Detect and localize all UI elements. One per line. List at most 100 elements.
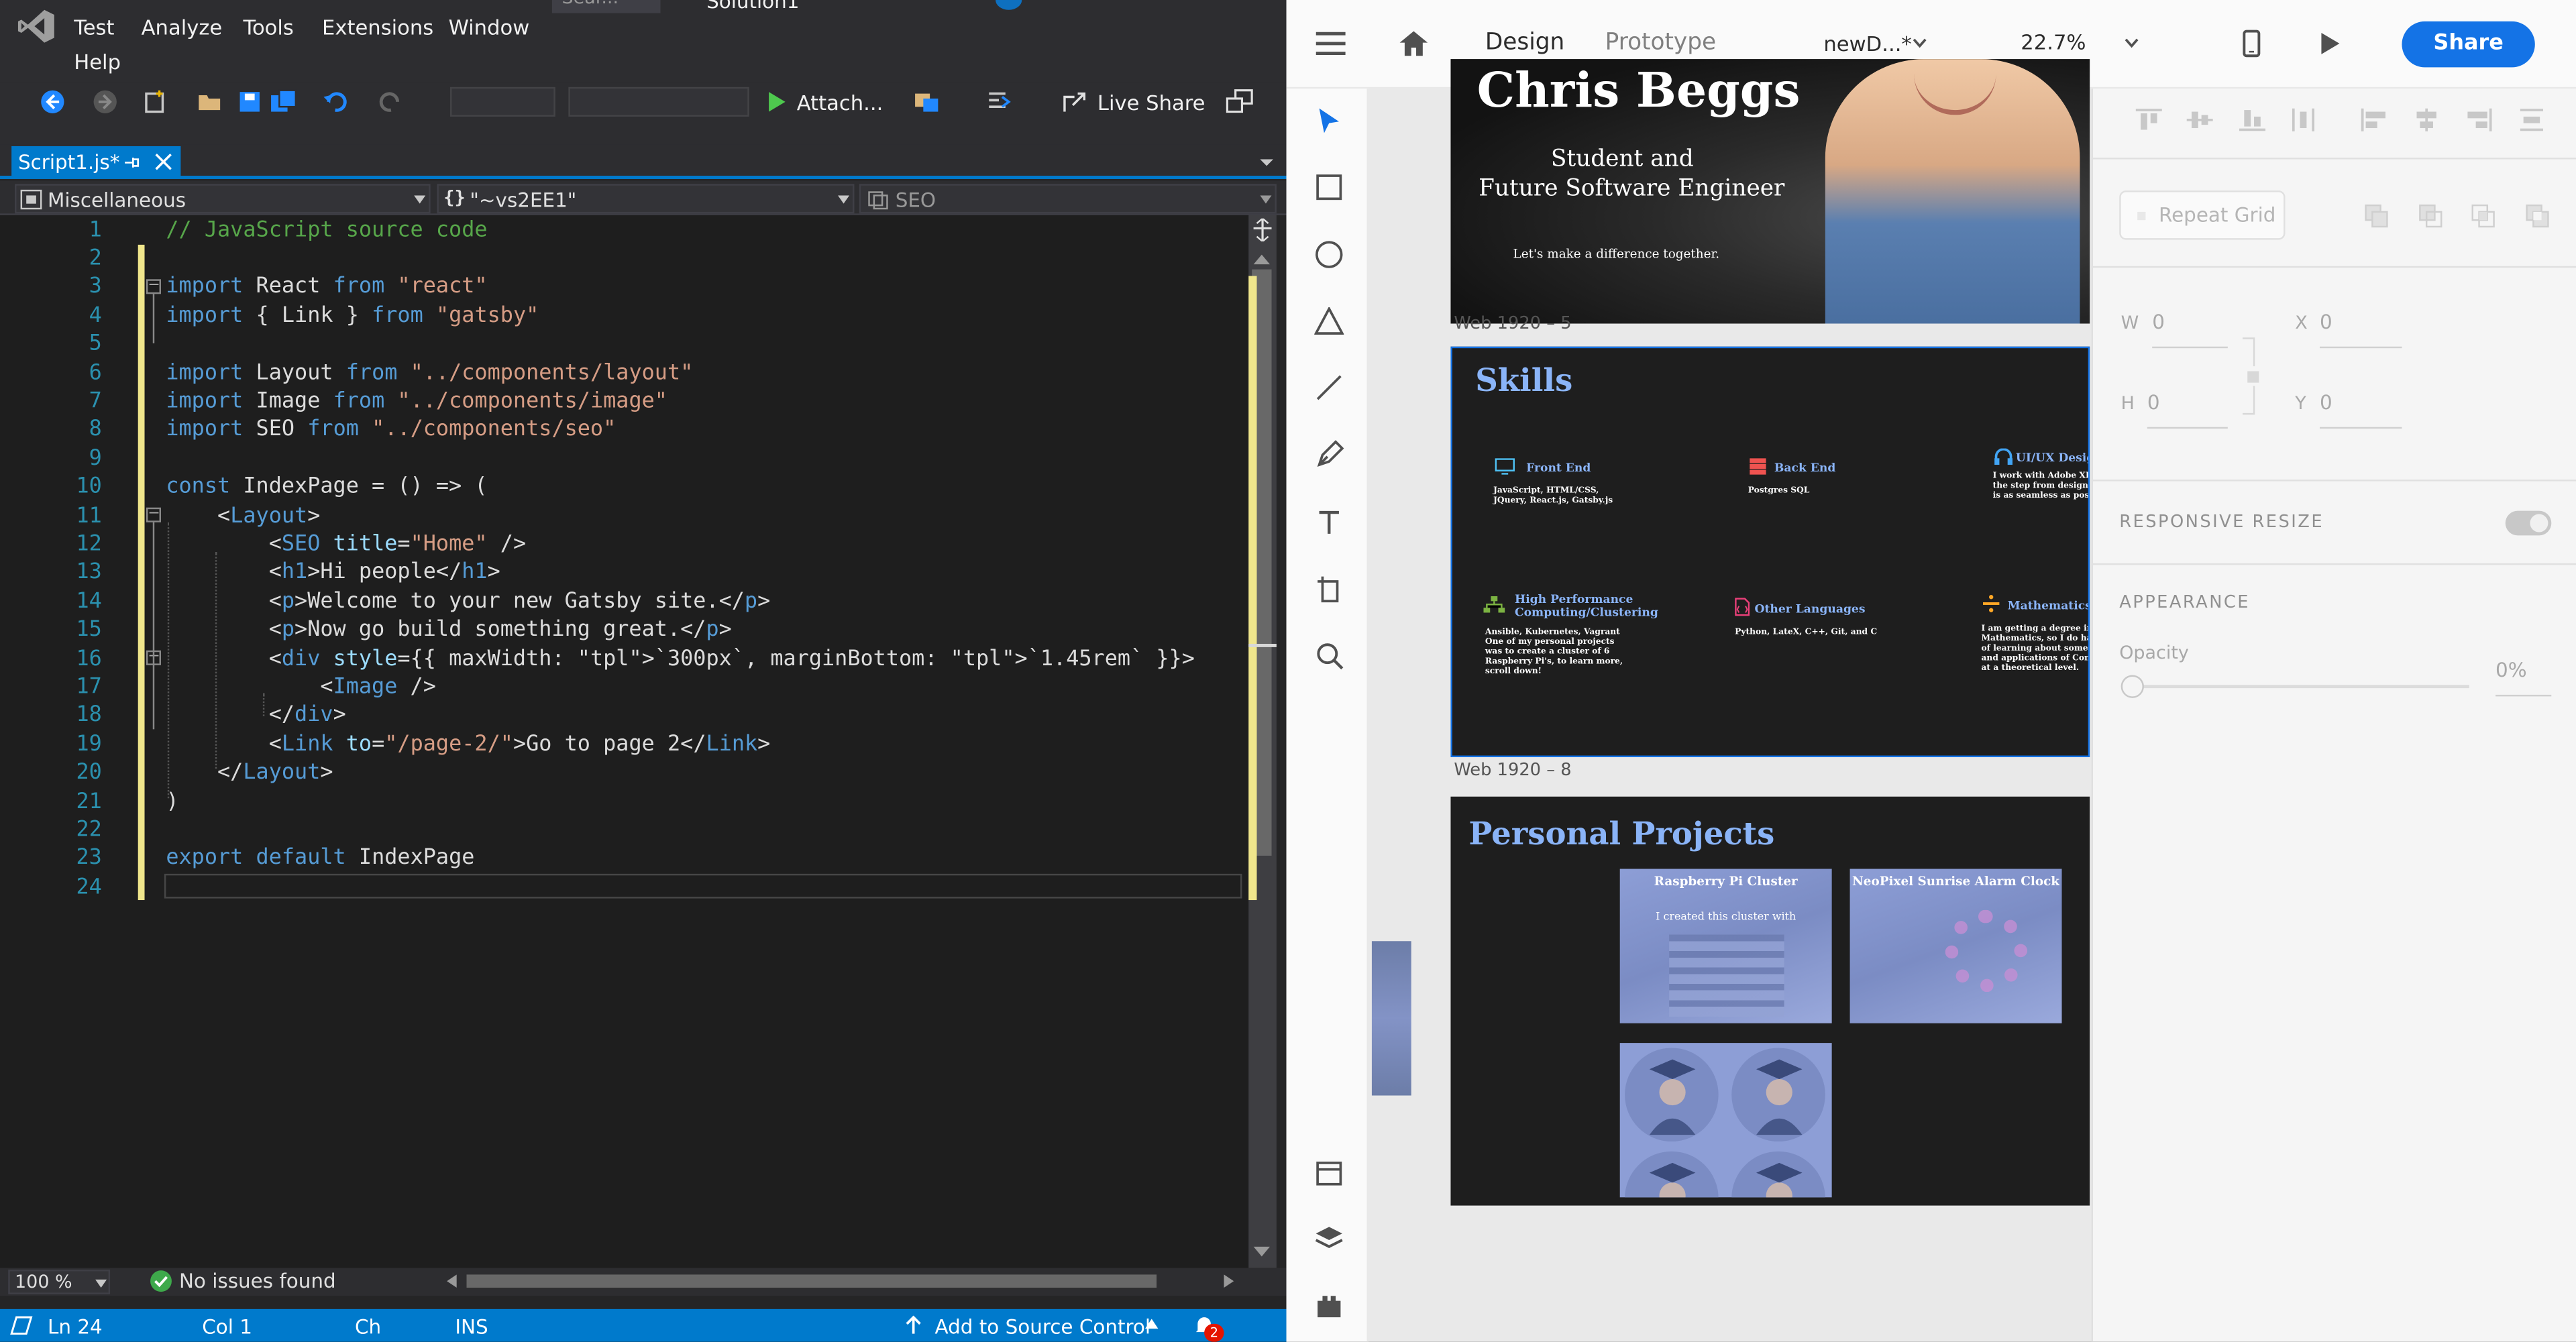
scroll-left-icon[interactable] xyxy=(447,1274,457,1288)
opacity-field[interactable]: 0% xyxy=(2496,659,2527,681)
assets-icon[interactable] xyxy=(1316,1161,1342,1186)
responsive-resize-toggle[interactable] xyxy=(2505,510,2552,536)
code-line[interactable]: 19 <Link to="/page-2/">Go to page 2</Lin… xyxy=(0,730,1248,759)
repeat-grid-button[interactable]: Repeat Grid xyxy=(2119,190,2286,240)
code-line[interactable]: 6 import Layout from "../components/layou… xyxy=(0,359,1248,388)
menu-item-tools[interactable]: Tools xyxy=(243,15,293,40)
new-project-icon[interactable] xyxy=(142,89,168,115)
menu-item-help[interactable]: Help xyxy=(74,49,121,74)
chevron-down-icon[interactable] xyxy=(2125,38,2139,48)
add-to-source-control-button[interactable]: Add to Source Control xyxy=(934,1316,1150,1339)
zoom-dropdown[interactable]: 100 % xyxy=(8,1270,111,1294)
chevron-down-icon[interactable] xyxy=(1913,38,1927,48)
width-field[interactable]: 0 xyxy=(2152,311,2165,333)
polygon-tool-icon[interactable] xyxy=(1314,306,1344,335)
menu-item-test[interactable]: Test xyxy=(74,15,114,40)
code-line[interactable]: 3 import React from "react" xyxy=(0,273,1248,302)
save-all-icon[interactable] xyxy=(270,89,299,115)
code-line[interactable]: 4 import { Link } from "gatsby" xyxy=(0,302,1248,331)
scope-dropdown[interactable]: {} "~vs2EE1" xyxy=(437,184,855,214)
vertical-scrollbar[interactable] xyxy=(1248,215,1277,1268)
issues-indicator[interactable]: No issues found xyxy=(179,1270,336,1292)
start-icon[interactable] xyxy=(767,91,787,113)
mobile-preview-icon[interactable] xyxy=(2243,30,2261,58)
align-center-icon[interactable] xyxy=(2414,108,2440,131)
back-icon[interactable] xyxy=(40,89,66,115)
member-dropdown[interactable]: SEO xyxy=(859,184,1277,214)
plugins-icon[interactable] xyxy=(1316,1292,1342,1319)
select-tool-icon[interactable] xyxy=(1318,107,1340,136)
code-line[interactable]: 14 <p>Welcome to your new Gatsby site.</… xyxy=(0,588,1248,616)
opacity-slider-track[interactable] xyxy=(2137,685,2469,689)
boolean-subtract-icon[interactable] xyxy=(2418,204,2443,229)
code-line[interactable]: 11 <Layout> xyxy=(0,502,1248,530)
live-share-icon[interactable] xyxy=(1063,91,1089,113)
tab-script1[interactable]: Script1.js* xyxy=(11,146,181,178)
pen-tool-icon[interactable] xyxy=(1316,440,1344,468)
project-card-graduates[interactable] xyxy=(1619,1043,1832,1198)
y-field[interactable]: 0 xyxy=(2320,391,2332,414)
split-icon[interactable] xyxy=(1252,218,1273,242)
undo-icon[interactable] xyxy=(322,89,348,115)
boolean-intersect-icon[interactable] xyxy=(2471,204,2496,229)
code-line[interactable]: 24 xyxy=(0,873,1248,902)
lock-aspect-icon[interactable] xyxy=(2242,337,2259,416)
code-line[interactable]: 2 xyxy=(0,245,1248,274)
scroll-up-icon[interactable] xyxy=(1253,254,1271,265)
code-line[interactable]: 12 <SEO title="Home" /> xyxy=(0,530,1248,559)
boolean-exclude-icon[interactable] xyxy=(2525,204,2550,229)
code-line[interactable]: 21) xyxy=(0,787,1248,816)
horizontal-scroll-thumb[interactable] xyxy=(466,1274,1157,1288)
project-card-cluster[interactable]: Raspberry Pi Cluster I created this clus… xyxy=(1619,869,1832,1023)
code-line[interactable]: 15 <p>Now go build something great.</p> xyxy=(0,616,1248,645)
line-tool-icon[interactable] xyxy=(1316,374,1342,400)
close-tab-icon[interactable] xyxy=(154,153,172,171)
ellipse-tool-icon[interactable] xyxy=(1314,240,1344,270)
align-right-icon[interactable] xyxy=(2466,108,2492,131)
offscreen-artboard-preview[interactable] xyxy=(1371,941,1411,1096)
document-name[interactable]: newD...* xyxy=(1823,32,1911,56)
tab-design[interactable]: Design xyxy=(1485,30,1564,56)
zoom-tool-icon[interactable] xyxy=(1316,642,1344,671)
home-icon[interactable] xyxy=(1398,30,1430,58)
rectangle-tool-icon[interactable] xyxy=(1316,174,1342,201)
redo-icon[interactable] xyxy=(378,89,404,115)
scroll-right-icon[interactable] xyxy=(1224,1274,1234,1288)
boolean-add-icon[interactable] xyxy=(2364,204,2389,229)
code-line[interactable]: 8 import SEO from "../components/seo" xyxy=(0,416,1248,445)
tab-overflow-icon[interactable] xyxy=(1258,156,1275,170)
code-line[interactable]: 10 const IndexPage = () => ( xyxy=(0,473,1248,502)
menu-item-extensions[interactable]: Extensions xyxy=(322,15,433,40)
x-field[interactable]: 0 xyxy=(2320,311,2332,333)
distribute-horizontal-icon[interactable] xyxy=(2520,109,2544,131)
code-line[interactable]: 7 import Image from "../components/image" xyxy=(0,388,1248,416)
menu-item-window[interactable]: Window xyxy=(449,15,530,40)
code-line[interactable]: 22 xyxy=(0,816,1248,845)
code-line[interactable]: 1 // JavaScript source code xyxy=(0,216,1248,245)
pin-icon[interactable] xyxy=(123,154,140,170)
forward-icon[interactable] xyxy=(92,89,118,115)
artboard-tool-icon[interactable] xyxy=(1316,575,1344,603)
align-bottom-icon[interactable] xyxy=(2239,109,2266,131)
code-line[interactable]: 18 </div> xyxy=(0,702,1248,730)
live-share-button[interactable]: Live Share xyxy=(1097,91,1205,115)
align-middle-icon[interactable] xyxy=(2186,109,2213,131)
attach-button[interactable]: Attach... xyxy=(797,91,883,115)
code-line[interactable]: 13 <h1>Hi people</h1> xyxy=(0,559,1248,588)
feedback-icon[interactable] xyxy=(1226,89,1255,115)
distribute-vertical-icon[interactable] xyxy=(2292,108,2315,131)
opacity-slider-handle[interactable] xyxy=(2121,675,2144,698)
menu-item-analyze[interactable]: Analyze xyxy=(142,15,223,40)
scroll-down-icon[interactable] xyxy=(1253,1246,1271,1257)
share-button[interactable]: Share xyxy=(2402,21,2535,68)
artboard-projects[interactable]: Personal Projects Raspberry Pi Cluster I… xyxy=(1450,796,2090,1206)
artboard-hero[interactable]: Chris Beggs Student and Future Software … xyxy=(1450,59,2090,324)
align-left-icon[interactable] xyxy=(2361,108,2387,131)
project-dropdown[interactable]: Miscellaneous xyxy=(15,184,431,214)
open-file-icon[interactable] xyxy=(197,89,223,115)
text-tool-icon[interactable] xyxy=(1318,509,1340,535)
code-line[interactable]: 20 </Layout> xyxy=(0,759,1248,788)
hamburger-menu-icon[interactable] xyxy=(1316,32,1346,56)
code-line[interactable]: 5 xyxy=(0,330,1248,359)
artboard-skills[interactable]: Skills Front End JavaScript, HTML/CSS, J… xyxy=(1450,346,2090,757)
